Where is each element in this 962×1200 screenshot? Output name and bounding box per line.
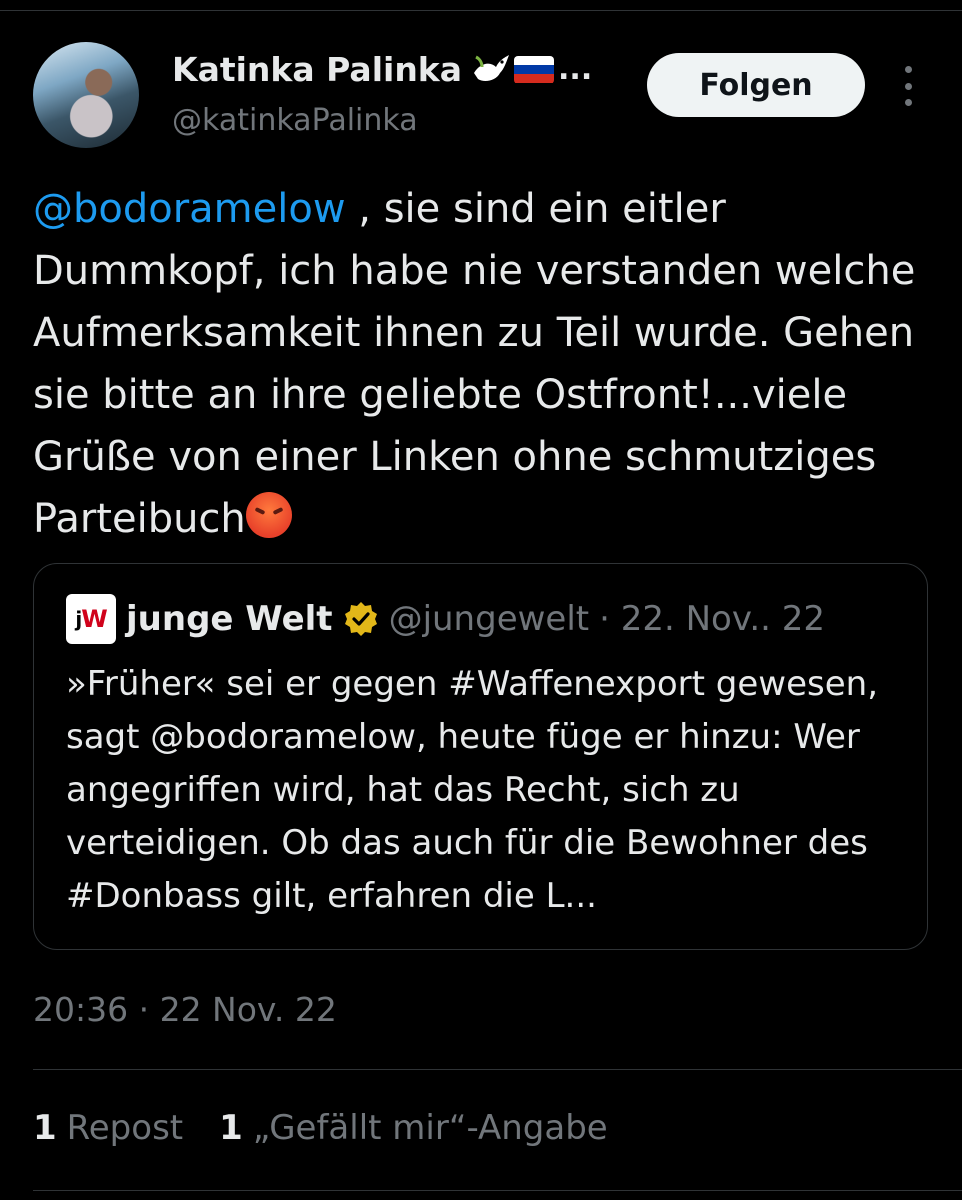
author-name-row[interactable]: Katinka Palinka ...: [172, 50, 592, 89]
more-options-icon[interactable]: [898, 66, 918, 106]
avatar[interactable]: [33, 42, 139, 148]
follow-button[interactable]: Folgen: [647, 53, 865, 117]
badges-ellipsis: ...: [558, 52, 593, 87]
tweet-text: @bodoramelow , sie sind ein eitler Dummk…: [33, 178, 933, 550]
russia-flag-icon: [514, 55, 555, 84]
engagement-stats: 1 Repost 1 „Gefällt mir“-Angabe: [33, 1108, 608, 1148]
quoted-author-handle[interactable]: @jungewelt: [389, 599, 590, 639]
quoted-tweet-text: »Früher« sei er gegen #Waffenexport gewe…: [66, 664, 879, 916]
quoted-date: · 22. Nov.. 22: [599, 599, 826, 639]
repost-count[interactable]: 1 Repost: [33, 1108, 183, 1148]
mention-link[interactable]: @bodoramelow: [33, 186, 346, 232]
author-name[interactable]: Katinka Palinka: [172, 50, 462, 89]
top-divider: [0, 10, 962, 11]
like-count[interactable]: 1 „Gefällt mir“-Angabe: [219, 1108, 608, 1148]
stats-divider-top: [33, 1069, 962, 1070]
tweet-body: , sie sind ein eitler Dummkopf, ich habe…: [33, 186, 916, 542]
dove-icon: [474, 54, 510, 81]
author-handle[interactable]: @katinkaPalinka: [172, 103, 418, 138]
angry-face-icon: [245, 492, 292, 538]
quoted-tweet-header: jW junge Welt @jungewelt · 22. Nov.. 22: [66, 594, 825, 644]
profile-badges: ...: [472, 52, 592, 87]
tweet-timestamp[interactable]: 20:36 · 22 Nov. 22: [33, 990, 337, 1029]
quoted-tweet-card[interactable]: jW junge Welt @jungewelt · 22. Nov.. 22 …: [33, 563, 928, 950]
verified-badge-icon: [344, 602, 377, 636]
stats-divider-bottom: [33, 1190, 962, 1191]
junge-welt-logo[interactable]: jW: [66, 594, 116, 644]
quoted-author-name[interactable]: junge Welt: [126, 599, 333, 639]
